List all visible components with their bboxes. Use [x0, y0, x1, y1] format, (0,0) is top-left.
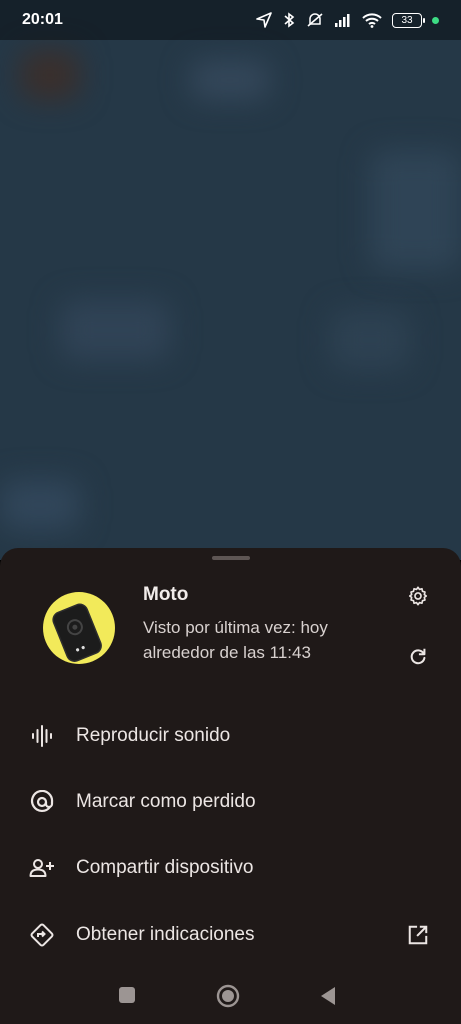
open-external-icon[interactable] [405, 922, 431, 948]
silent-icon [306, 12, 324, 28]
device-last-seen: Visto por última vez: hoy alrededor de l… [143, 618, 328, 662]
status-icons: 33 [256, 12, 439, 28]
refresh-icon [410, 648, 426, 665]
location-icon [256, 12, 272, 28]
bluetooth-icon [282, 12, 296, 28]
map-blur-shape [370, 150, 461, 270]
map-background[interactable] [0, 0, 461, 560]
device-avatar [43, 592, 115, 664]
person-add-icon [28, 854, 56, 882]
action-label: Compartir dispositivo [76, 857, 254, 878]
action-play-sound[interactable]: Reproducir sonido [0, 703, 461, 769]
action-get-directions[interactable]: Obtener indicaciones [0, 902, 461, 968]
sound-wave-icon [28, 722, 56, 750]
system-nav-bar [0, 966, 461, 1024]
wifi-icon [362, 12, 382, 28]
battery-icon: 33 [392, 12, 425, 28]
home-circle-icon [216, 984, 240, 1008]
action-share-device[interactable]: Compartir dispositivo [0, 835, 461, 901]
map-blur-shape [330, 310, 410, 370]
square-icon [119, 987, 135, 1003]
map-blur-shape [60, 300, 170, 360]
action-label: Reproducir sonido [76, 725, 231, 746]
map-blur-shape [0, 480, 80, 530]
map-blur-shape [20, 50, 80, 100]
back-button[interactable] [319, 986, 337, 1006]
privacy-indicator-dot [432, 16, 439, 24]
status-time: 20:01 [22, 11, 63, 28]
map-blur-shape [190, 60, 270, 100]
signal-icon [334, 13, 352, 27]
phone-device-icon [52, 603, 102, 662]
drag-handle[interactable] [212, 556, 250, 560]
lost-marker-icon [28, 788, 56, 816]
settings-button[interactable] [404, 582, 432, 610]
refresh-button[interactable] [404, 643, 432, 671]
home-button[interactable] [216, 984, 240, 1008]
device-name: Moto [143, 584, 189, 605]
action-mark-lost[interactable]: Marcar como perdido [0, 769, 461, 835]
action-label: Marcar como perdido [76, 791, 256, 812]
back-triangle-icon [321, 987, 335, 1005]
recents-button[interactable] [118, 986, 136, 1004]
directions-icon [28, 921, 56, 949]
action-label: Obtener indicaciones [76, 924, 255, 945]
status-bar: 20:01 33 [0, 0, 461, 40]
gear-icon [408, 586, 428, 606]
